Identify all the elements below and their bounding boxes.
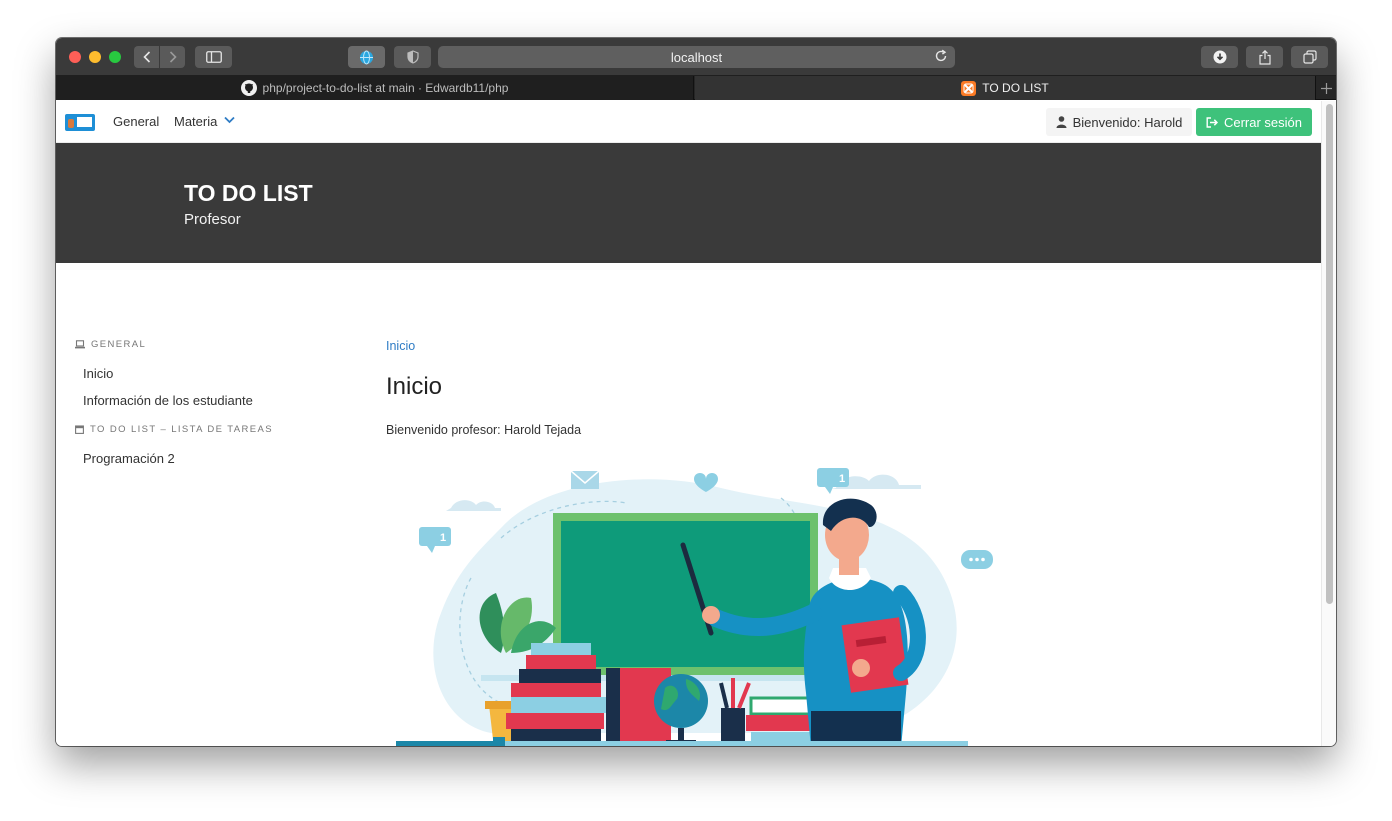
xampp-icon [961, 80, 977, 96]
welcome-message: Bienvenido profesor: Harold Tejada [386, 423, 582, 437]
new-tab-button[interactable] [1315, 76, 1336, 100]
page-header-banner: TO DO LIST Profesor [56, 143, 1321, 263]
chevron-right-icon [169, 51, 177, 63]
message-badge-count: 1 [839, 473, 845, 485]
tab-bar: php/project-to-do-list at main · Edwardb… [56, 76, 1336, 100]
nav-general[interactable]: General [113, 114, 159, 129]
reload-icon[interactable] [934, 49, 948, 63]
sidebar-heading-general: GENERAL [75, 339, 146, 350]
page-title: Inicio [386, 373, 443, 400]
shield-icon [406, 50, 419, 64]
sidebar-item-programacion[interactable]: Programación 2 [83, 451, 175, 466]
page-header-title: TO DO LIST [184, 180, 313, 206]
scrollbar-thumb[interactable] [1326, 104, 1333, 604]
tab-label: TO DO LIST [982, 81, 1049, 95]
globe-extension-button[interactable] [348, 46, 385, 68]
sidebar-item-inicio[interactable]: Inicio [83, 366, 113, 381]
sidebar-toggle-button[interactable] [195, 46, 232, 68]
welcome-text: Bienvenido: Harold [1072, 114, 1183, 130]
downloads-button[interactable] [1201, 46, 1238, 68]
tab-label: php/project-to-do-list at main · Edwardb… [262, 81, 509, 95]
user-icon [1056, 116, 1067, 128]
sign-out-icon [1206, 116, 1218, 128]
back-button[interactable] [134, 46, 159, 68]
plus-icon [1320, 82, 1332, 94]
web-page: General Materia Bienvenido: Harold Cerra… [56, 101, 1321, 746]
nav-materia[interactable]: Materia [174, 114, 217, 129]
like-badge-count: 1 [440, 532, 446, 544]
share-icon [1258, 49, 1271, 65]
globe-icon [360, 50, 373, 64]
url-text: localhost [670, 49, 723, 65]
tab-overview-button[interactable] [1291, 46, 1328, 68]
download-icon [1213, 50, 1226, 64]
tab-github[interactable]: php/project-to-do-list at main · Edwardb… [56, 76, 694, 100]
zoom-window-button[interactable] [109, 51, 121, 63]
browser-toolbar: localhost [56, 38, 1336, 76]
sidebar-item-estudiantes[interactable]: Información de los estudiante [83, 393, 253, 408]
tabs-icon [1302, 50, 1317, 64]
close-window-button[interactable] [69, 51, 81, 63]
calendar-icon [75, 425, 84, 434]
sidebar-heading-todo: TO DO LIST – LISTA DE TAREAS [75, 424, 273, 435]
welcome-badge[interactable]: Bienvenido: Harold [1046, 108, 1192, 136]
minimize-window-button[interactable] [89, 51, 101, 63]
chevron-left-icon [142, 51, 150, 63]
logout-label: Cerrar sesión [1223, 114, 1303, 130]
breadcrumb[interactable]: Inicio [386, 339, 415, 353]
history-nav [134, 46, 185, 68]
teacher-illustration: 1 1 [396, 468, 993, 746]
github-icon [240, 80, 257, 96]
top-navbar: General Materia Bienvenido: Harold Cerra… [56, 101, 1321, 143]
sidebar-icon [205, 51, 222, 63]
page-scrollbar[interactable] [1321, 101, 1336, 746]
privacy-shield-button[interactable] [394, 46, 431, 68]
forward-button[interactable] [159, 46, 185, 68]
browser-window: localhost php/project-to-do-list at main… [56, 38, 1336, 746]
page-header-subtitle: Profesor [184, 211, 241, 228]
site-logo[interactable] [65, 114, 95, 131]
share-button[interactable] [1246, 46, 1283, 68]
laptop-icon [75, 340, 85, 349]
tab-todo-list[interactable]: TO DO LIST [695, 76, 1315, 100]
chevron-down-icon[interactable] [224, 116, 235, 124]
logout-button[interactable]: Cerrar sesión [1196, 108, 1312, 136]
address-bar[interactable]: localhost [438, 46, 955, 68]
